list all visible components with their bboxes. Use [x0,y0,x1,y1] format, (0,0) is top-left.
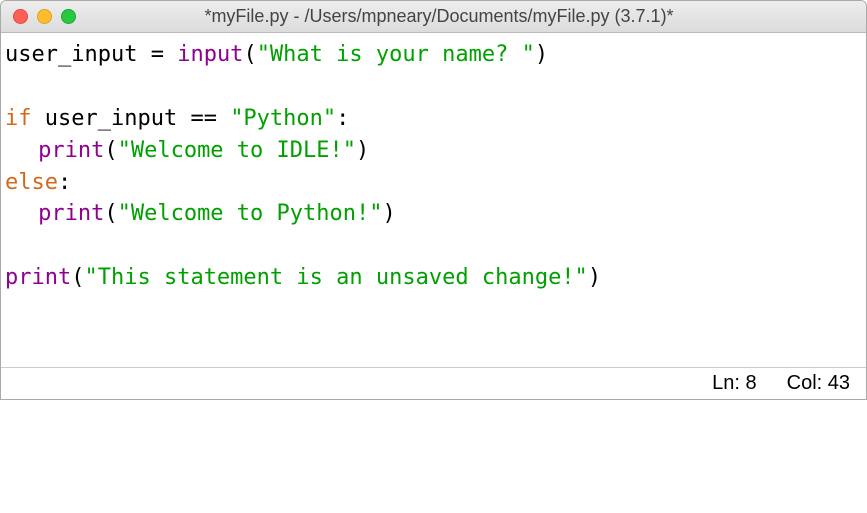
statusbar: Ln: 8 Col: 43 [1,367,866,399]
window-title: *myFile.py - /Users/mpneary/Documents/my… [24,6,854,27]
code-line: else: [5,170,71,195]
column-indicator: Col: 43 [787,372,850,395]
code-line: print("Welcome to Python!") [5,201,396,226]
code-line [5,74,18,99]
code-line: if user_input == "Python": [5,106,349,131]
editor-window: *myFile.py - /Users/mpneary/Documents/my… [0,0,867,400]
titlebar[interactable]: *myFile.py - /Users/mpneary/Documents/my… [1,1,866,33]
line-indicator: Ln: 8 [712,372,756,395]
code-editor[interactable]: user_input = input("What is your name? "… [1,33,866,367]
code-line [5,233,18,258]
code-line: print("This statement is an unsaved chan… [5,265,601,290]
code-line: user_input = input("What is your name? "… [5,42,548,67]
code-line: print("Welcome to IDLE!") [5,138,369,163]
